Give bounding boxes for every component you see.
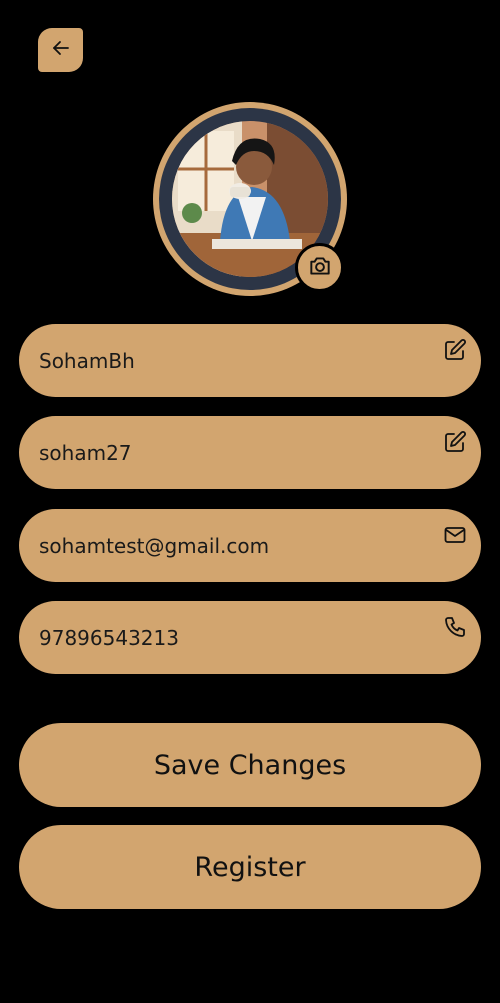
edit-icon[interactable] <box>443 338 467 362</box>
arrow-left-icon <box>49 36 73 64</box>
profile-avatar <box>153 102 347 296</box>
username-field <box>19 324 481 397</box>
handle-field <box>19 416 481 489</box>
change-photo-button[interactable] <box>295 243 344 292</box>
camera-icon <box>307 253 333 283</box>
mail-icon <box>443 523 467 547</box>
phone-icon <box>443 615 467 639</box>
handle-input[interactable] <box>39 416 439 489</box>
phone-input[interactable] <box>39 601 439 674</box>
email-field <box>19 509 481 582</box>
email-input[interactable] <box>39 509 439 582</box>
phone-field <box>19 601 481 674</box>
back-button[interactable] <box>38 28 83 72</box>
register-button[interactable]: Register <box>19 825 481 909</box>
username-input[interactable] <box>39 324 439 397</box>
edit-icon[interactable] <box>443 430 467 454</box>
save-changes-button[interactable]: Save Changes <box>19 723 481 807</box>
